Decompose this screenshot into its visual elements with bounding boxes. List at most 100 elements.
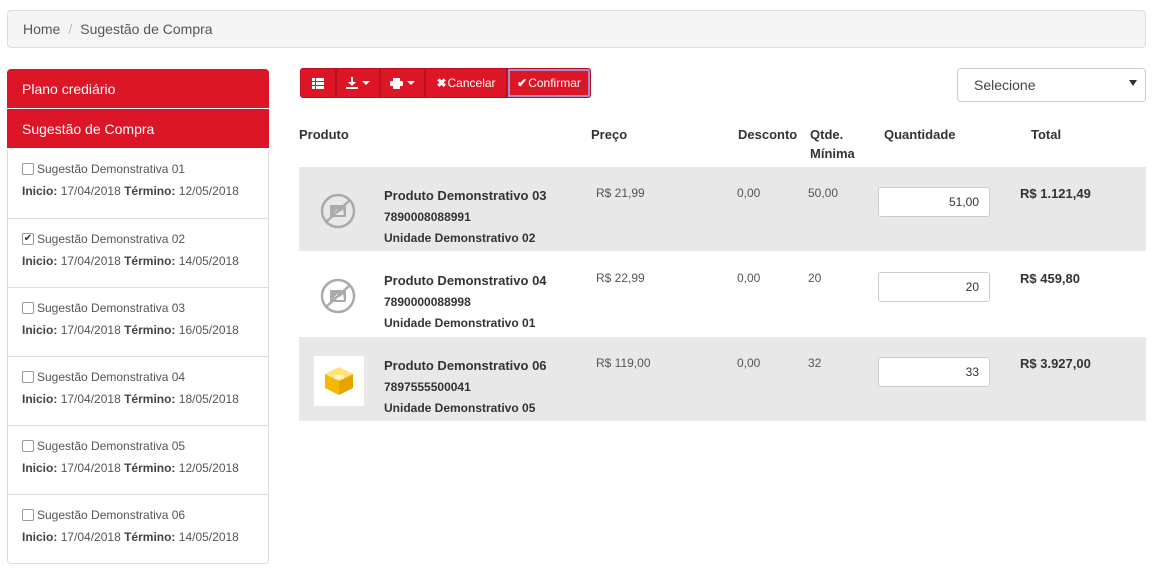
suggestion-name: Sugestão Demonstrativa 02 [37,232,186,246]
filter-select[interactable]: Selecione [957,68,1146,102]
suggestion-item[interactable]: Sugestão Demonstrativa 06 Inicio: 17/04/… [8,494,268,563]
suggestion-checkbox[interactable] [22,302,34,314]
grid-button[interactable] [300,68,336,98]
end-date: 14/05/2018 [178,530,239,544]
select-value: Selecione [974,77,1036,93]
suggestion-name: Sugestão Demonstrativa 03 [37,301,186,315]
column-header-product: Produto [299,127,349,142]
breadcrumb-separator: / [68,21,73,37]
start-date: 17/04/2018 [60,184,121,198]
breadcrumb-current: Sugestão de Compra [80,21,213,37]
box-icon [314,356,364,406]
end-label: Término: [124,254,176,268]
end-label: Término: [124,461,176,475]
suggestion-item[interactable]: Sugestão Demonstrativa 05 Inicio: 17/04/… [8,425,268,494]
table-row: Produto Demonstrativo 04 7890000088998 U… [299,252,1146,336]
start-date: 17/04/2018 [60,254,121,268]
breadcrumb: Home / Sugestão de Compra [7,10,1146,48]
product-unit: Unidade Demonstrativo 01 [384,316,536,330]
suggestion-checkbox[interactable] [22,440,34,452]
product-total: R$ 3.927,00 [1020,356,1091,371]
column-header-price: Preço [591,127,628,142]
suggestion-item[interactable]: Sugestão Demonstrativa 04 Inicio: 17/04/… [8,356,268,425]
suggestion-name: Sugestão Demonstrativa 04 [37,370,186,384]
end-label: Término: [124,184,176,198]
toolbar: ✖ Cancelar ✔ Confirmar [300,68,591,98]
suggestion-name: Sugestão Demonstrativa 01 [37,162,186,176]
quantity-input[interactable]: 33 [878,357,990,387]
start-date: 17/04/2018 [60,461,121,475]
start-date: 17/04/2018 [60,323,121,337]
chevron-down-icon [1129,80,1137,86]
download-dropdown-button[interactable] [336,68,380,98]
column-header-total: Total [1031,127,1062,142]
end-label: Término: [124,530,176,544]
suggestion-checkbox[interactable]: ✔ [22,233,34,245]
suggestion-name: Sugestão Demonstrativa 06 [37,508,186,522]
column-header-quantity: Quantidade [884,127,956,142]
start-label: Inicio: [22,530,58,544]
product-code: 7890008088991 [384,210,471,224]
start-label: Inicio: [22,461,58,475]
grid-icon [312,77,324,89]
confirm-button[interactable]: ✔ Confirmar [507,68,591,98]
sidebar: Plano crediário Sugestão de Compra Suges… [7,69,269,564]
quantity-input[interactable]: 20 [878,272,990,302]
chevron-down-icon [407,81,415,85]
sidebar-item-purchase-suggestion[interactable]: Sugestão de Compra [7,109,269,149]
sidebar-item-credit-plan[interactable]: Plano crediário [7,69,269,109]
end-date: 14/05/2018 [178,254,239,268]
suggestion-checkbox[interactable] [22,371,34,383]
download-icon [346,77,358,89]
start-label: Inicio: [22,323,58,337]
suggestion-item[interactable]: Sugestão Demonstrativa 01 Inicio: 17/04/… [8,149,268,218]
product-code: 7890000088998 [384,295,471,309]
suggestion-checkbox[interactable] [22,509,34,521]
no-image-icon [314,187,362,235]
product-unit: Unidade Demonstrativo 02 [384,231,536,245]
start-label: Inicio: [22,184,58,198]
product-name: Produto Demonstrativo 03 [384,188,547,203]
suggestion-checkbox[interactable] [22,163,34,175]
column-header-min-qty-line2: Mínima [810,146,855,161]
suggestion-item[interactable]: Sugestão Demonstrativa 03 Inicio: 17/04/… [8,287,268,356]
end-date: 12/05/2018 [178,184,239,198]
product-price: R$ 22,99 [596,271,645,285]
print-icon [390,77,403,89]
product-price: R$ 21,99 [596,186,645,200]
confirm-label: Confirmar [528,76,581,90]
quantity-input[interactable]: 51,00 [878,187,990,217]
suggestion-item[interactable]: ✔ Sugestão Demonstrativa 02 Inicio: 17/04… [8,218,268,287]
start-date: 17/04/2018 [60,530,121,544]
end-date: 18/05/2018 [178,392,239,406]
product-min-qty: 50,00 [808,186,839,200]
product-price: R$ 119,00 [596,356,651,370]
table-row: Produto Demonstrativo 06 7897555500041 U… [299,337,1146,421]
print-dropdown-button[interactable] [380,68,425,98]
product-total: R$ 459,80 [1020,271,1080,286]
suggestion-list: Sugestão Demonstrativa 01 Inicio: 17/04/… [7,149,269,564]
column-header-min-qty-line1: Qtde. [810,127,844,142]
product-code: 7897555500041 [384,380,471,394]
cancel-button[interactable]: ✖ Cancelar [425,68,507,98]
product-discount: 0,00 [737,186,761,200]
product-unit: Unidade Demonstrativo 05 [384,401,536,415]
check-icon: ✔ [517,76,528,90]
product-discount: 0,00 [737,356,761,370]
product-total: R$ 1.121,49 [1020,186,1091,201]
breadcrumb-home-link[interactable]: Home [23,21,60,37]
end-date: 12/05/2018 [178,461,239,475]
no-image-icon [314,272,362,320]
end-date: 16/05/2018 [178,323,239,337]
product-name: Produto Demonstrativo 06 [384,358,547,373]
chevron-down-icon [362,81,370,85]
column-header-min-qty: Qtde. Mínima [810,125,855,163]
product-discount: 0,00 [737,271,761,285]
product-min-qty: 20 [808,271,822,285]
cancel-label: Cancelar [447,76,496,90]
end-label: Término: [124,323,176,337]
close-icon: ✖ [436,76,447,90]
product-min-qty: 32 [808,356,822,370]
start-date: 17/04/2018 [60,392,121,406]
table-row: Produto Demonstrativo 03 7890008088991 U… [299,167,1146,251]
